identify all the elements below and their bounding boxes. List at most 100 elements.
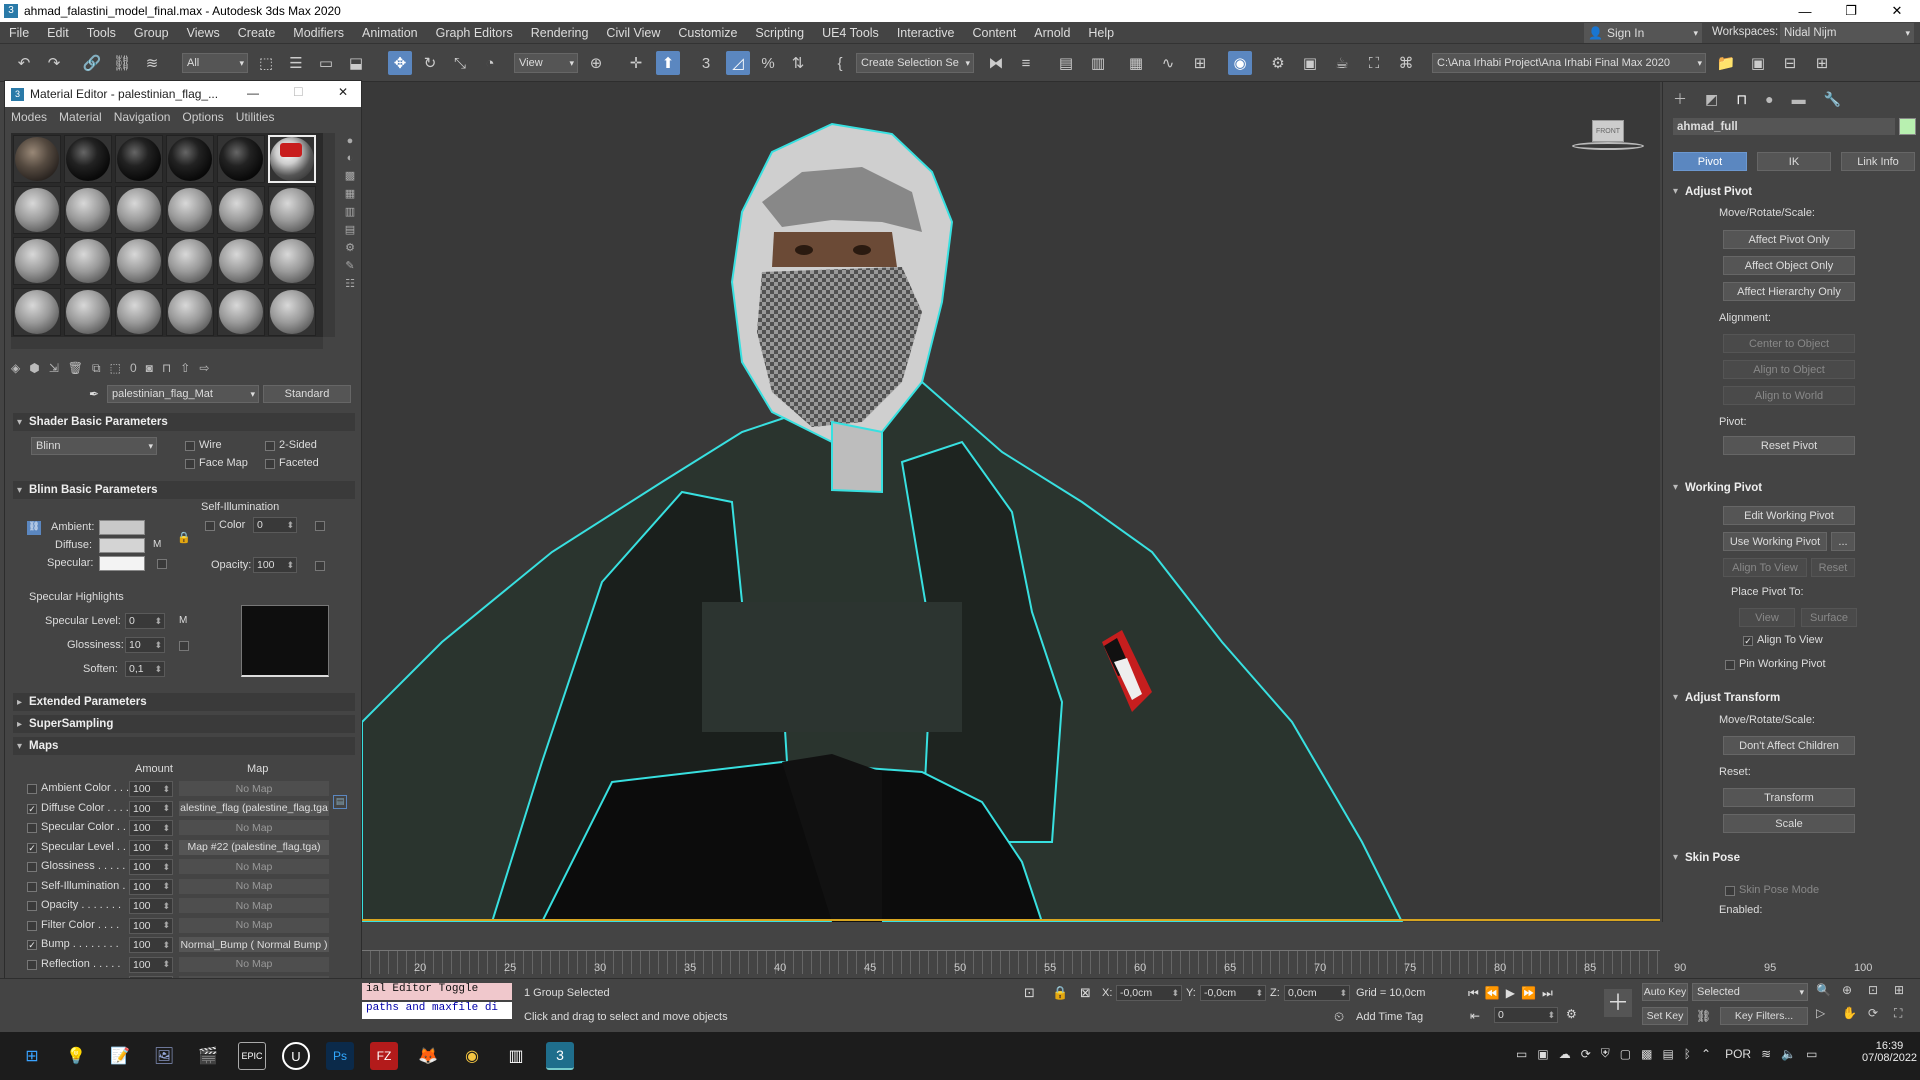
arnold-render-icon[interactable]: ⌘ — [1394, 51, 1418, 75]
diffuse-map-button[interactable]: M — [153, 539, 161, 550]
map-slot-button[interactable]: No Map — [179, 956, 329, 972]
opacity-map-button[interactable] — [315, 561, 325, 571]
zoom-extents-icon[interactable]: ⊡ — [1868, 983, 1892, 1004]
sample-slot[interactable] — [13, 186, 61, 234]
next-frame-icon[interactable]: ⏩ — [1521, 986, 1536, 1000]
selection-lock-icon[interactable]: 🔒 — [1052, 985, 1068, 1001]
lock-ambient-diffuse-icon[interactable]: ⛓ — [27, 521, 41, 535]
working-pivot-more-button[interactable]: ... — [1831, 532, 1855, 551]
sample-slot[interactable] — [217, 237, 265, 285]
uv-tiling-icon[interactable]: ▦ — [345, 187, 355, 200]
menu-rendering[interactable]: Rendering — [522, 26, 598, 40]
me-menu-options[interactable]: Options — [176, 110, 229, 124]
project-new-icon[interactable]: ⊞ — [1810, 51, 1834, 75]
video-editor-app-icon[interactable]: 🎬 — [194, 1042, 222, 1070]
maxscript-listener-line1[interactable]: ial Editor Toggle — [362, 983, 512, 1000]
key-filters-button[interactable]: Key Filters... — [1720, 1007, 1808, 1025]
background-icon[interactable]: ▩ — [345, 169, 355, 182]
absolute-mode-icon[interactable]: ⊠ — [1080, 985, 1091, 1001]
go-to-end-icon[interactable]: ⏭ — [1542, 986, 1553, 1001]
link-icon[interactable]: 🔗 — [80, 51, 104, 75]
face-map-checkbox[interactable] — [185, 459, 195, 469]
sample-slot[interactable] — [64, 186, 112, 234]
place-pivot-surface-button[interactable]: Surface — [1801, 608, 1857, 627]
me-menu-material[interactable]: Material — [53, 110, 108, 124]
material-navigator-icon[interactable]: ☷ — [345, 277, 355, 290]
map-amount-spinner[interactable]: 100 — [129, 781, 173, 797]
select-by-material-icon[interactable]: ✎ — [345, 259, 354, 272]
keyboard-shortcut-override-icon[interactable]: ⬆ — [656, 51, 680, 75]
align-to-world-button[interactable]: Align to World — [1723, 386, 1855, 405]
tab-link-info[interactable]: Link Info — [1841, 152, 1915, 171]
map-enable-checkbox[interactable] — [27, 881, 37, 892]
tab-pivot[interactable]: Pivot — [1673, 152, 1747, 171]
z-coordinate-field[interactable]: 0,0cm — [1284, 985, 1350, 1001]
eyedropper-icon[interactable]: ✒ — [89, 387, 99, 401]
sample-slot[interactable] — [217, 186, 265, 234]
place-icon[interactable]: ◔ — [478, 51, 502, 75]
working-pivot-reset-button[interactable]: Reset — [1811, 558, 1855, 577]
material-type-button[interactable]: Standard — [263, 385, 351, 403]
set-key-icon[interactable]: ＋ — [1604, 989, 1632, 1017]
minimize-button[interactable]: — — [1782, 0, 1828, 22]
create-tab-icon[interactable]: ＋ — [1673, 89, 1687, 109]
edit-working-pivot-button[interactable]: Edit Working Pivot — [1723, 506, 1855, 525]
sample-slot[interactable] — [217, 135, 265, 183]
rollout-supersampling[interactable]: SuperSampling — [13, 715, 355, 733]
specular-level-spinner[interactable]: 0 — [125, 613, 165, 629]
menu-ue4-tools[interactable]: UE4 Tools — [813, 26, 888, 40]
photoshop-app-icon[interactable]: Ps — [326, 1042, 354, 1070]
render-setup-icon[interactable]: ⚙ — [1266, 51, 1290, 75]
soften-spinner[interactable]: 0,1 — [125, 661, 165, 677]
set-key-button[interactable]: Set Key — [1642, 1007, 1688, 1025]
map-enable-checkbox[interactable] — [27, 784, 37, 794]
perspective-viewport[interactable]: FRONT — [362, 82, 1660, 922]
selection-filter-dropdown[interactable]: All — [182, 53, 248, 73]
put-to-library-icon[interactable]: ⬚ — [110, 361, 121, 375]
menu-scripting[interactable]: Scripting — [746, 26, 813, 40]
undo-icon[interactable]: ↶ — [12, 51, 36, 75]
sample-slot[interactable] — [166, 186, 214, 234]
add-time-tag[interactable]: Add Time Tag — [1356, 1011, 1423, 1023]
sample-slot-active[interactable] — [268, 135, 316, 183]
battery-icon[interactable]: ▭ — [1806, 1047, 1817, 1061]
filezilla-app-icon[interactable]: FZ — [370, 1042, 398, 1070]
schematic-view-icon[interactable]: ⊞ — [1188, 51, 1212, 75]
lock-icon[interactable]: 🔒 — [177, 531, 191, 544]
pan-view-icon[interactable]: ✋ — [1842, 1006, 1866, 1028]
use-working-pivot-button[interactable]: Use Working Pivot — [1723, 532, 1827, 551]
two-sided-checkbox[interactable] — [265, 441, 275, 451]
show-shaded-icon[interactable]: ◙ — [146, 361, 153, 375]
workspace-dropdown[interactable]: Nidal Nijm ▾ — [1780, 23, 1914, 43]
rendered-frame-window-icon[interactable]: ▣ — [1298, 51, 1322, 75]
sample-slot[interactable] — [13, 135, 61, 183]
menu-arnold[interactable]: Arnold — [1025, 26, 1079, 40]
object-color-swatch[interactable] — [1899, 118, 1916, 135]
sample-slot[interactable] — [166, 237, 214, 285]
self-illum-color-spinner[interactable]: 0 — [253, 517, 297, 533]
zoom-icon[interactable]: 🔍 — [1816, 983, 1840, 1004]
y-coordinate-field[interactable]: -0,0cm — [1200, 985, 1266, 1001]
rollout-shader-basic[interactable]: Shader Basic Parameters — [13, 413, 355, 431]
scene-explorer-icon[interactable]: ▤ — [1054, 51, 1078, 75]
map-slot-button[interactable]: Normal_Bump ( Normal Bump ) — [179, 937, 329, 952]
faceted-checkbox[interactable] — [265, 459, 275, 469]
show-end-result-icon[interactable]: ⊓ — [162, 361, 171, 375]
sample-type-icon[interactable]: ● — [347, 135, 354, 147]
align-to-view-button[interactable]: Align To View — [1723, 558, 1807, 577]
material-editor-icon[interactable]: ◉ — [1228, 51, 1252, 75]
tray-sync-icon[interactable]: ⟳ — [1581, 1047, 1591, 1061]
sample-slot[interactable] — [268, 237, 316, 285]
sample-slot[interactable] — [268, 288, 316, 336]
firefox-app-icon[interactable]: 🦊 — [414, 1042, 442, 1070]
edit-named-selection-icon[interactable]: { — [828, 51, 852, 75]
map-slot-button[interactable]: alestine_flag (palestine_flag.tga — [179, 800, 329, 816]
map-enable-checkbox[interactable]: ✓ — [27, 803, 37, 814]
unlink-icon[interactable]: ⛓ — [110, 51, 134, 75]
snaps-toggle-icon[interactable]: 3 — [694, 51, 718, 75]
rollout-adjust-transform[interactable]: Adjust Transform — [1671, 692, 1911, 704]
reset-pivot-button[interactable]: Reset Pivot — [1723, 436, 1855, 455]
map-enable-checkbox[interactable] — [27, 862, 37, 872]
close-button[interactable]: ✕ — [1874, 0, 1920, 22]
rollout-working-pivot[interactable]: Working Pivot — [1671, 482, 1911, 494]
